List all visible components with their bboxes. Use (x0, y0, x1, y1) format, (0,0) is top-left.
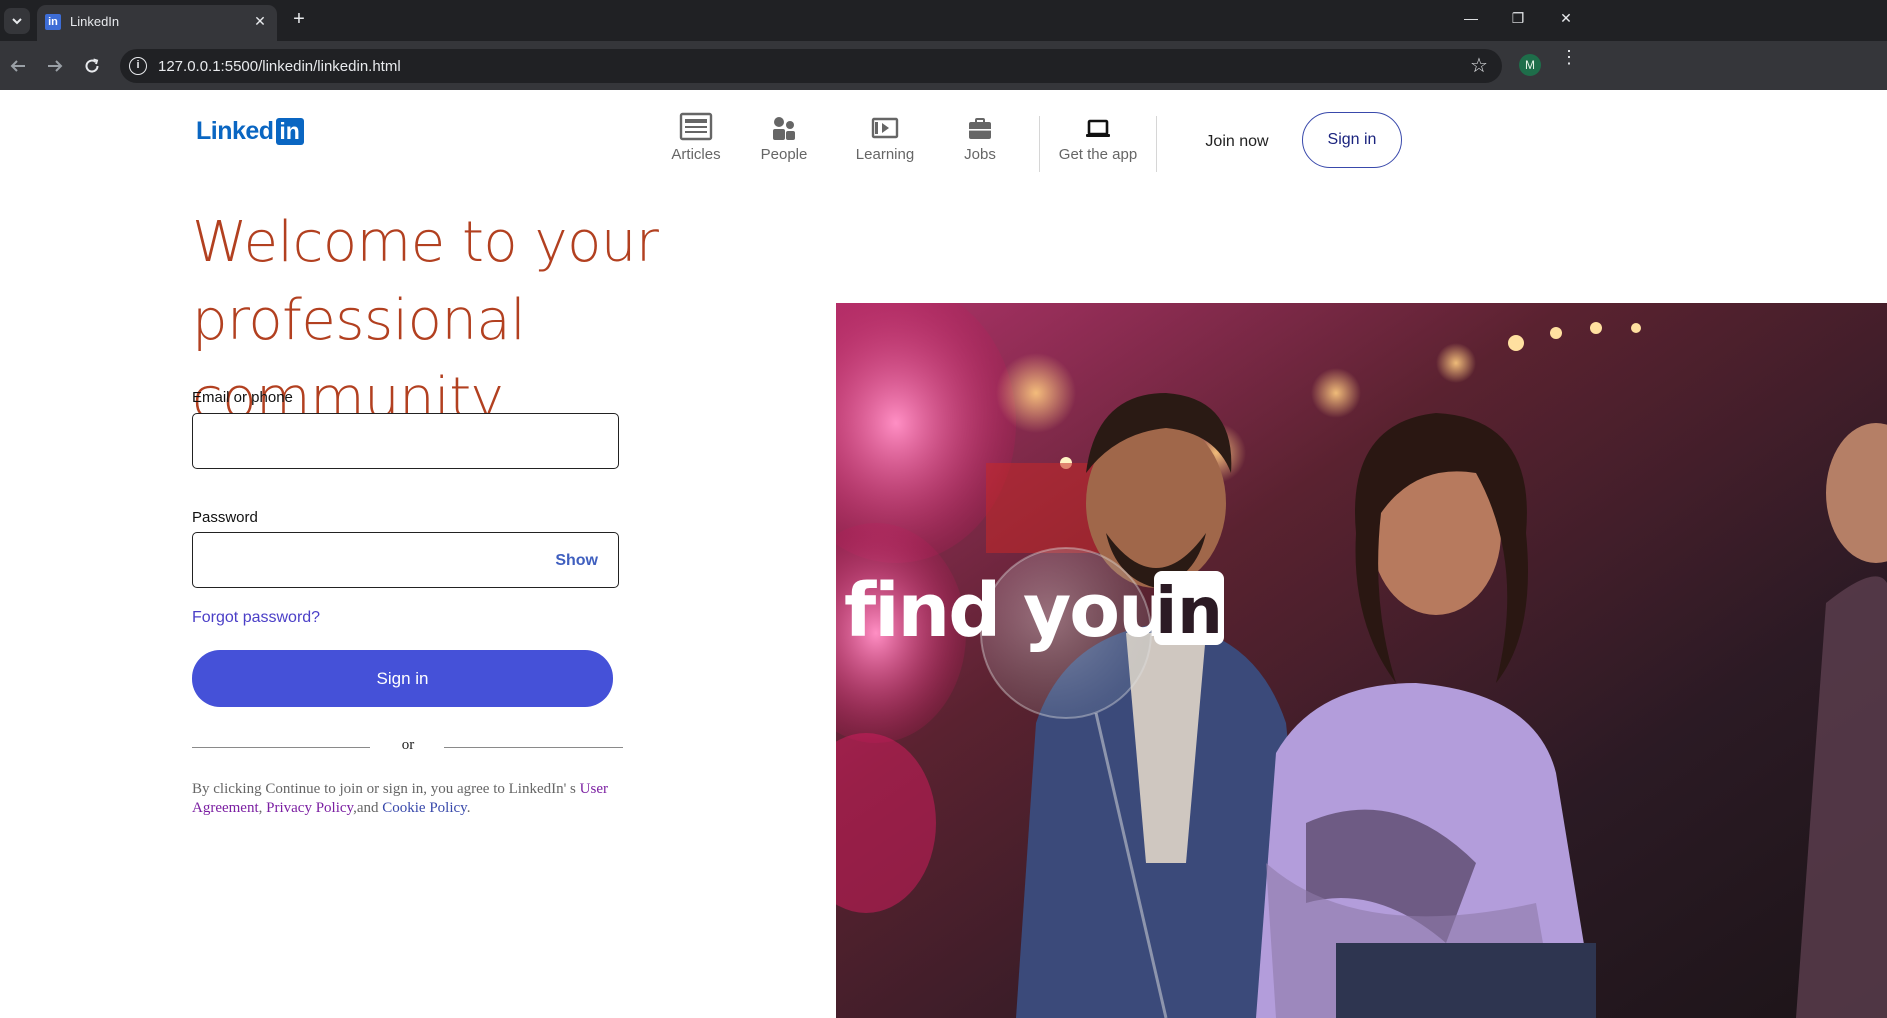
join-now-link[interactable]: Join now (1195, 133, 1279, 151)
terms-separator: ,and (353, 800, 383, 816)
nav-divider (1156, 116, 1157, 172)
nav-get-app[interactable]: Get the app (1051, 112, 1145, 163)
divider-right (444, 747, 623, 748)
minimize-icon[interactable]: — (1461, 10, 1481, 26)
email-field[interactable] (192, 413, 619, 469)
show-password-button[interactable]: Show (555, 552, 598, 570)
bookmark-star-icon[interactable]: ☆ (1468, 55, 1490, 77)
laptop-icon (1086, 119, 1110, 137)
terms-suffix: . (466, 800, 471, 816)
close-tab-icon[interactable]: ✕ (252, 13, 268, 29)
address-bar[interactable]: i 127.0.0.1:5500/linkedin/linkedin.html … (120, 49, 1502, 83)
or-separator: or (401, 737, 415, 753)
privacy-policy-link[interactable]: Privacy Policy (266, 800, 353, 816)
nav-label: Articles (671, 146, 721, 163)
browser-toolbar: i 127.0.0.1:5500/linkedin/linkedin.html … (0, 41, 1887, 90)
nav-divider (1039, 116, 1040, 172)
reload-button[interactable] (80, 54, 104, 78)
nav-jobs[interactable]: Jobs (940, 112, 1020, 163)
nav-people[interactable]: People (744, 112, 824, 163)
profile-avatar[interactable]: M (1519, 54, 1541, 76)
linkedin-page: Linked in Articles People Learning Jobs … (0, 90, 1887, 1018)
url-text[interactable]: 127.0.0.1:5500/linkedin/linkedin.html (158, 58, 401, 75)
learning-icon (871, 117, 899, 139)
logo-wordmark: Linked (196, 116, 274, 145)
linkedin-logo[interactable]: Linked in (196, 117, 304, 145)
forward-button[interactable] (43, 54, 67, 78)
hero-image: find your in (836, 303, 1887, 1018)
headline-line-1: Welcome to your (192, 210, 659, 275)
tab-title: LinkedIn (70, 14, 120, 29)
cookie-policy-link[interactable]: Cookie Policy (382, 800, 466, 816)
forgot-password-link[interactable]: Forgot password? (192, 609, 320, 627)
nav-articles[interactable]: Articles (656, 112, 736, 163)
nav-label: Learning (855, 146, 915, 163)
password-label: Password (192, 509, 258, 526)
people-icon (773, 117, 795, 140)
email-label: Email or phone (192, 389, 293, 406)
password-field[interactable]: Show (192, 532, 619, 588)
nav-label: People (760, 146, 808, 163)
articles-icon (679, 112, 713, 141)
terms-text: By clicking Continue to join or sign in,… (192, 780, 622, 818)
restore-icon[interactable]: ❐ (1508, 10, 1528, 27)
reload-icon (85, 58, 99, 73)
forward-arrow-icon (48, 60, 63, 72)
linkedin-favicon-icon: in (45, 14, 61, 30)
find-your-text: find your (844, 568, 1206, 654)
nav-label: Get the app (1058, 146, 1138, 163)
terms-prefix: By clicking Continue to join or sign in,… (192, 781, 580, 797)
site-info-icon[interactable]: i (129, 57, 147, 75)
header-sign-in-button[interactable]: Sign in (1302, 112, 1402, 168)
divider-left (192, 747, 370, 748)
hero-photo-illustration: find your in (836, 303, 1887, 1018)
tab-list-button[interactable] (4, 8, 30, 34)
nav-label: Jobs (964, 146, 996, 163)
chevron-down-icon (12, 18, 22, 25)
browser-menu-icon[interactable]: ⋮ (1560, 48, 1578, 66)
back-button[interactable] (6, 54, 30, 78)
back-arrow-icon (10, 60, 25, 72)
browser-tab-bar: in LinkedIn ✕ + — ❐ ✕ (0, 0, 1887, 41)
nav-learning[interactable]: Learning (845, 112, 925, 163)
close-window-icon[interactable]: ✕ (1556, 10, 1576, 27)
browser-tab[interactable]: in LinkedIn ✕ (37, 5, 277, 41)
sign-in-button[interactable]: Sign in (192, 650, 613, 707)
find-your-in-text: in (1155, 575, 1223, 649)
jobs-icon (969, 118, 991, 139)
logo-in-box: in (275, 117, 304, 145)
new-tab-button[interactable]: + (288, 8, 310, 30)
